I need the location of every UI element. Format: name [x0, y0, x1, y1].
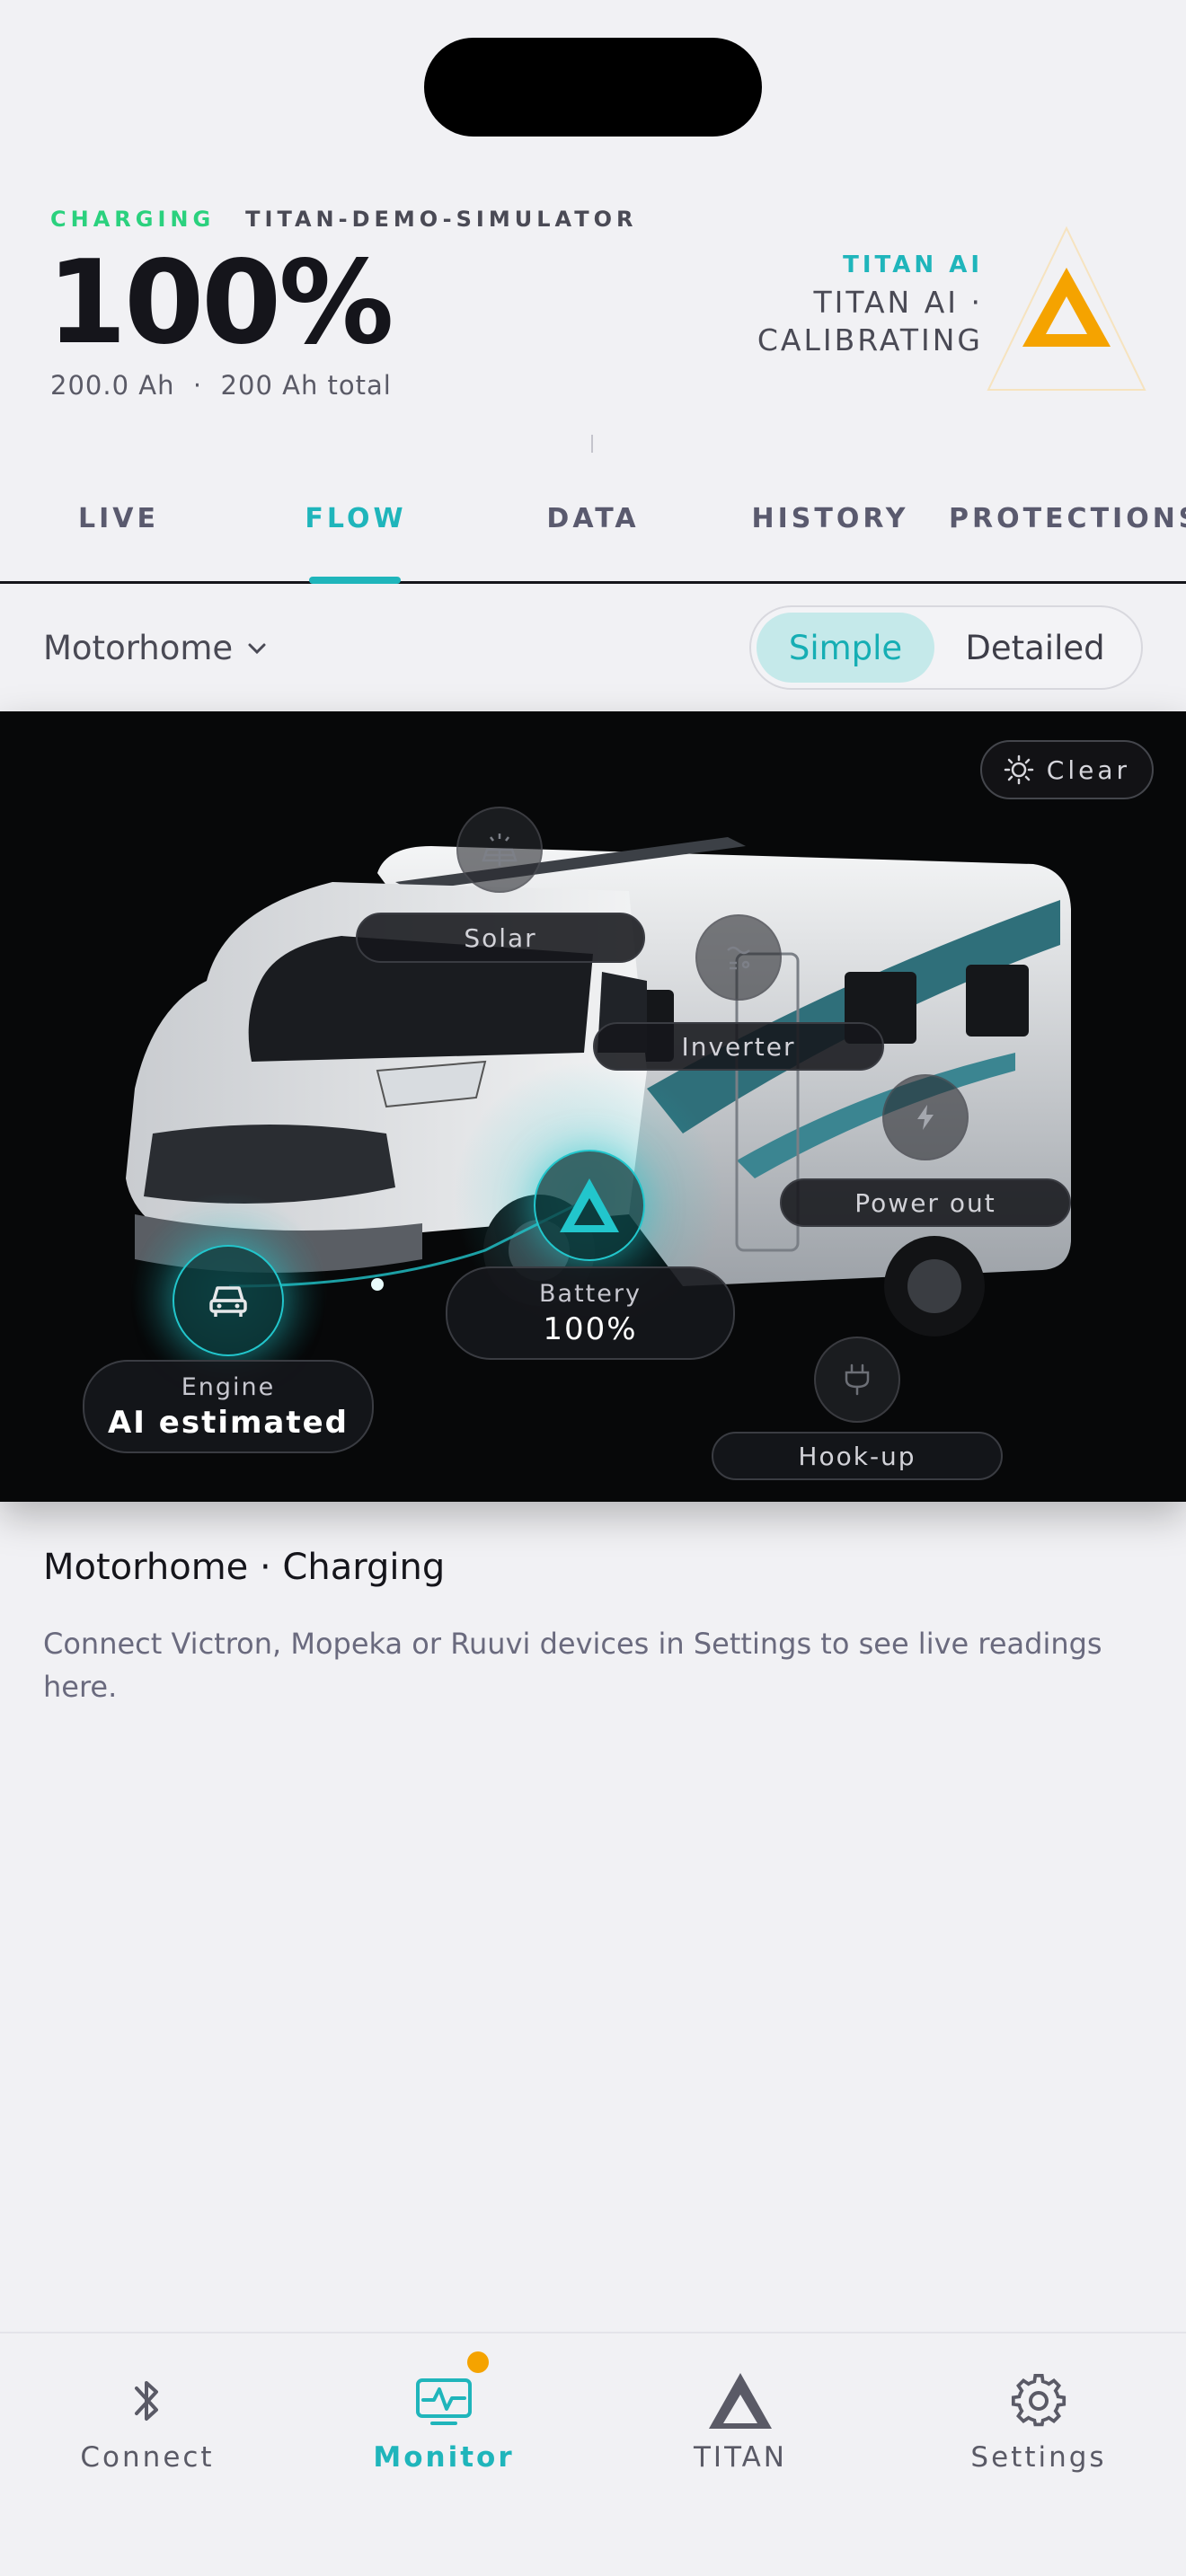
nav-titan-label: TITAN [693, 2441, 787, 2474]
summary-title: Motorhome · Charging [43, 1547, 446, 1588]
hookup-node[interactable] [814, 1337, 900, 1423]
engine-label-title: Engine [181, 1372, 276, 1401]
plug-icon [845, 1363, 870, 1396]
titan-delta-icon [709, 2373, 772, 2429]
car-icon [209, 1286, 247, 1317]
inverter-node[interactable] [695, 914, 782, 1001]
view-toggle: Simple Detailed [749, 605, 1143, 690]
divider-tick [591, 435, 593, 453]
inverter-label: Inverter [593, 1022, 884, 1071]
status-line: CHARGING TITAN-DEMO-SIMULATOR [50, 207, 637, 232]
solar-panel-icon [482, 834, 518, 866]
weather-chip[interactable]: Clear [979, 740, 1154, 799]
vehicle-select[interactable]: Motorhome [43, 629, 269, 667]
engine-node[interactable] [173, 1245, 284, 1356]
tab-protections[interactable]: PROTECTIONS [949, 485, 1186, 581]
device-name: TITAN-DEMO-SIMULATOR [245, 207, 638, 232]
charging-status: CHARGING [50, 207, 216, 232]
engine-label-value: AI estimated [107, 1404, 350, 1441]
gear-icon [1011, 2373, 1067, 2427]
dynamic-island [424, 38, 762, 137]
ai-label: TITAN AI [843, 251, 983, 278]
bottom-nav: Connect Monitor TITAN Settings [0, 2332, 1186, 2576]
detailed-view-button[interactable]: Detailed [934, 613, 1136, 683]
nav-monitor[interactable]: Monitor [345, 2360, 543, 2474]
power-out-node[interactable] [882, 1074, 969, 1160]
engine-label: Engine AI estimated [83, 1360, 374, 1453]
vehicle-select-value: Motorhome [43, 629, 234, 667]
power-out-label: Power out [780, 1178, 1071, 1227]
solar-label: Solar [356, 913, 645, 963]
tab-bar: LIVE FLOW DATA HISTORY PROTECTIONS [0, 485, 1186, 584]
ai-status: TITAN AI · CALIBRATING [757, 285, 983, 357]
summary-body: Connect Victron, Mopeka or Ruuvi devices… [43, 1627, 1102, 1704]
titan-delta-icon [560, 1178, 619, 1232]
tab-data[interactable]: DATA [474, 485, 712, 581]
battery-label-title: Battery [539, 1279, 642, 1308]
sun-icon [1004, 754, 1034, 785]
weather-label: Clear [1046, 754, 1130, 785]
battery-label: Battery 100% [446, 1266, 735, 1360]
capacity-text: 200.0 Ah · 200 Ah total [50, 370, 392, 401]
nav-settings[interactable]: Settings [940, 2360, 1137, 2474]
tab-history[interactable]: HISTORY [712, 485, 949, 581]
simple-view-button[interactable]: Simple [757, 613, 934, 683]
battery-node[interactable] [534, 1150, 645, 1261]
nav-connect[interactable]: Connect [49, 2360, 246, 2474]
tab-flow[interactable]: FLOW [237, 485, 474, 581]
nav-monitor-label: Monitor [373, 2441, 515, 2474]
inverter-icon [727, 946, 750, 970]
energy-flow-canvas: Clear Solar Inverter Power out Battery 1… [0, 711, 1186, 1502]
nav-titan[interactable]: TITAN [642, 2360, 839, 2474]
hookup-label: Hook-up [712, 1432, 1003, 1480]
titan-delta-icon[interactable] [985, 225, 1148, 393]
chevron-down-icon [248, 643, 266, 654]
monitor-icon [416, 2378, 472, 2425]
monitor-notification-badge [467, 2351, 489, 2373]
tab-live[interactable]: LIVE [0, 485, 237, 581]
nav-connect-label: Connect [80, 2441, 215, 2474]
lightning-icon [917, 1105, 934, 1130]
battery-percent: 100% [47, 236, 394, 370]
active-tab-indicator [309, 577, 401, 584]
nav-settings-label: Settings [970, 2441, 1107, 2474]
battery-label-value: 100% [543, 1310, 638, 1347]
bluetooth-icon [135, 2381, 158, 2421]
solar-node[interactable] [456, 807, 543, 893]
